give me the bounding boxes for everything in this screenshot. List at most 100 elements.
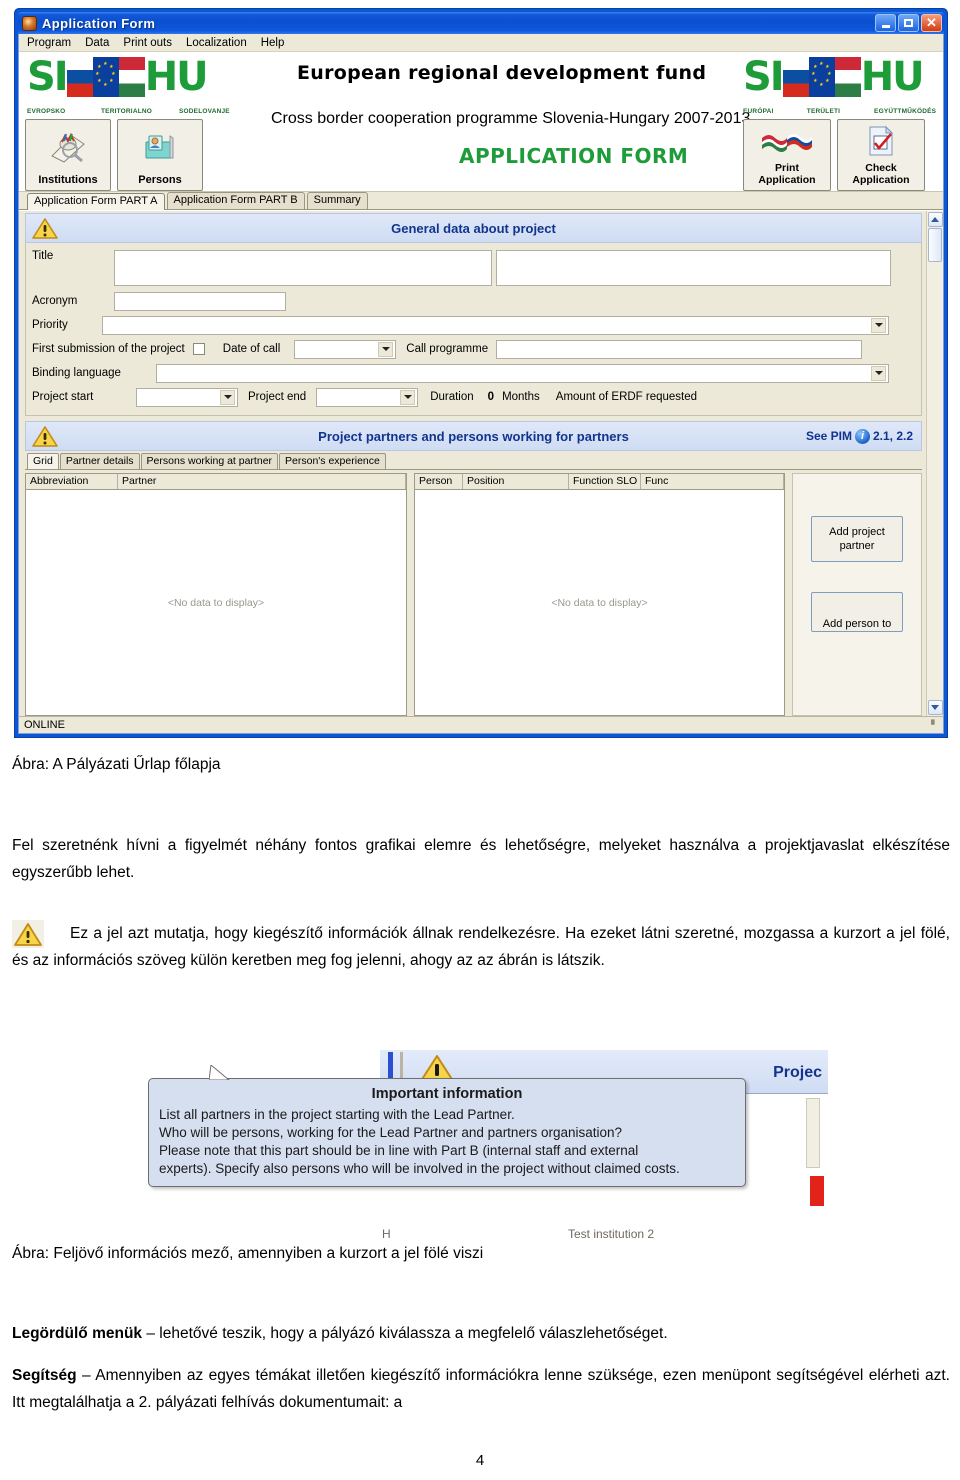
tab-application-form-part-b[interactable]: Application Form PART B [166, 192, 305, 209]
column-partner[interactable]: Partner [118, 474, 406, 489]
banner-middle: European regional development fund Cross… [269, 52, 750, 191]
scrollbar-thumb[interactable] [928, 228, 942, 262]
info-circle-icon[interactable]: i [854, 428, 870, 444]
partners-grid-zone: Grid Partner details Persons working at … [25, 451, 922, 716]
scroll-up-icon[interactable] [927, 212, 943, 227]
chevron-down-icon-start[interactable] [220, 389, 235, 405]
project-start-select[interactable] [136, 387, 238, 407]
paragraph-3: Legördülő menük – lehetővé teszik, hogy … [12, 1320, 950, 1347]
logo-caption-3: SODELOVANJE [179, 108, 230, 115]
priority-label: Priority [32, 319, 68, 331]
general-data-fields: Title Acronym Priority First submission … [25, 243, 922, 416]
check-application-label-2: Application [852, 174, 910, 186]
right-toolbar-buttons: Print Application Check Application [743, 115, 943, 191]
panel-scrollbar[interactable] [926, 211, 943, 716]
minimize-button[interactable] [875, 14, 896, 32]
persons-button-label: Persons [138, 174, 182, 186]
menu-item-localization[interactable]: Localization [186, 37, 247, 49]
column-function-trunc[interactable]: Func [641, 474, 784, 489]
banner-title: European regional development fund [297, 62, 707, 84]
menu-item-data[interactable]: Data [85, 37, 109, 49]
slovenia-flag-icon-right [782, 57, 809, 97]
banner-right: SI ★ ★ ★ ★ ★ ★ ★ ★ HU EURÓPAI TERÜLETI E… [743, 52, 943, 191]
subtab-partner-details[interactable]: Partner details [59, 453, 140, 469]
first-submission-label: First submission of the project [32, 343, 185, 355]
title-input-secondary[interactable] [496, 250, 891, 286]
project-end-select[interactable] [316, 387, 419, 407]
general-data-heading: General data about project [391, 220, 556, 236]
background-scrollbar[interactable] [806, 1098, 820, 1168]
hungary-flag-icon [118, 57, 145, 97]
priority-select[interactable] [102, 315, 889, 335]
chevron-down-icon-end[interactable] [400, 389, 416, 405]
background-row-right: Test institution 2 [568, 1227, 655, 1241]
tab-summary[interactable]: Summary [306, 192, 368, 209]
logo-hu-text-right: HU [860, 54, 925, 100]
first-submission-checkbox[interactable] [192, 343, 205, 355]
binding-language-select[interactable] [156, 363, 889, 383]
institutions-button[interactable]: Institutions [25, 119, 111, 191]
partners-table-header: Abbreviation Partner [26, 474, 406, 490]
paragraph-1: Fel szeretnénk hívni a figyelmét néhány … [12, 837, 950, 881]
close-button[interactable]: ✕ [921, 14, 942, 32]
window-controls: ✕ [875, 14, 942, 32]
resize-grip-icon[interactable]: ▘ [931, 720, 939, 731]
title-input[interactable] [114, 250, 492, 286]
logo-caption-r3: EGYÜTTMŰKÖDÉS [874, 108, 937, 115]
menu-item-printouts[interactable]: Print outs [123, 37, 172, 49]
maximize-button[interactable] [898, 14, 919, 32]
call-programme-input[interactable] [496, 339, 863, 359]
see-pim-link[interactable]: See PIM i 2.1, 2.2 [806, 428, 913, 444]
logo-hu-text: HU [144, 54, 209, 100]
title-label: Title [32, 250, 54, 262]
figure-caption-2: Ábra: Feljövő információs mező, amennyib… [12, 1245, 484, 1262]
months-label: Months [502, 391, 540, 403]
main-tabs: Application Form PART A Application Form… [19, 192, 943, 210]
subtab-grid[interactable]: Grid [27, 453, 59, 469]
chevron-down-icon-lang[interactable] [871, 365, 886, 381]
general-data-section-header: General data about project [25, 213, 922, 243]
column-function-slo[interactable]: Function SLO [569, 474, 641, 489]
subtab-persons-experience[interactable]: Person's experience [279, 453, 386, 469]
si-hu-logo-left: SI ★ ★ ★ ★ ★ ★ ★ ★ HU [19, 52, 269, 108]
date-of-call-select[interactable] [294, 339, 397, 359]
hungary-flag-icon-right [834, 57, 861, 97]
print-application-button[interactable]: Print Application [743, 119, 831, 191]
project-end-label: Project end [248, 391, 307, 403]
banner-form-label: APPLICATION FORM [459, 144, 689, 168]
erdf-label: Amount of ERDF requested [555, 391, 698, 403]
institutions-button-label: Institutions [38, 174, 98, 186]
acronym-input[interactable] [114, 291, 286, 311]
logo-caption-r1: EURÓPAI [743, 108, 774, 115]
chevron-down-icon[interactable] [871, 317, 886, 333]
menu-item-program[interactable]: Program [27, 37, 71, 49]
pim-reference: 2.1, 2.2 [872, 429, 913, 443]
print-application-label-1: Print [775, 162, 799, 174]
persons-icon [140, 120, 180, 174]
logo-si-text: SI [27, 54, 69, 100]
column-person[interactable]: Person [415, 474, 463, 489]
tooltip-screenshot: Projec H Test institution 2 Important in… [148, 1050, 828, 1245]
print-application-label-2: Application [758, 174, 816, 186]
status-text: ONLINE [24, 719, 65, 731]
app-icon [22, 15, 37, 31]
scroll-down-icon[interactable] [927, 700, 943, 715]
check-application-button[interactable]: Check Application [837, 119, 925, 191]
column-position[interactable]: Position [463, 474, 569, 489]
tab-application-form-part-a[interactable]: Application Form PART A [27, 193, 165, 210]
column-abbreviation[interactable]: Abbreviation [26, 474, 118, 489]
checked-document-icon [864, 120, 898, 162]
partners-table[interactable]: Abbreviation Partner <No data to display… [25, 473, 407, 716]
add-person-to-button[interactable]: Add person to [811, 592, 903, 632]
persons-button[interactable]: Persons [117, 119, 203, 191]
acronym-label: Acronym [32, 295, 78, 307]
logo-si-text-right: SI [743, 54, 785, 100]
chevron-down-icon-date[interactable] [378, 341, 394, 357]
partners-subtabs: Grid Partner details Persons working at … [25, 453, 922, 469]
menu-item-help[interactable]: Help [261, 37, 285, 49]
binding-language-label: Binding language [32, 367, 121, 379]
partners-table-empty: <No data to display> [167, 596, 265, 609]
subtab-persons-working-at-partner[interactable]: Persons working at partner [140, 453, 279, 469]
persons-table[interactable]: Person Position Function SLO Func <No da… [414, 473, 785, 716]
add-project-partner-button[interactable]: Add project partner [811, 516, 903, 562]
